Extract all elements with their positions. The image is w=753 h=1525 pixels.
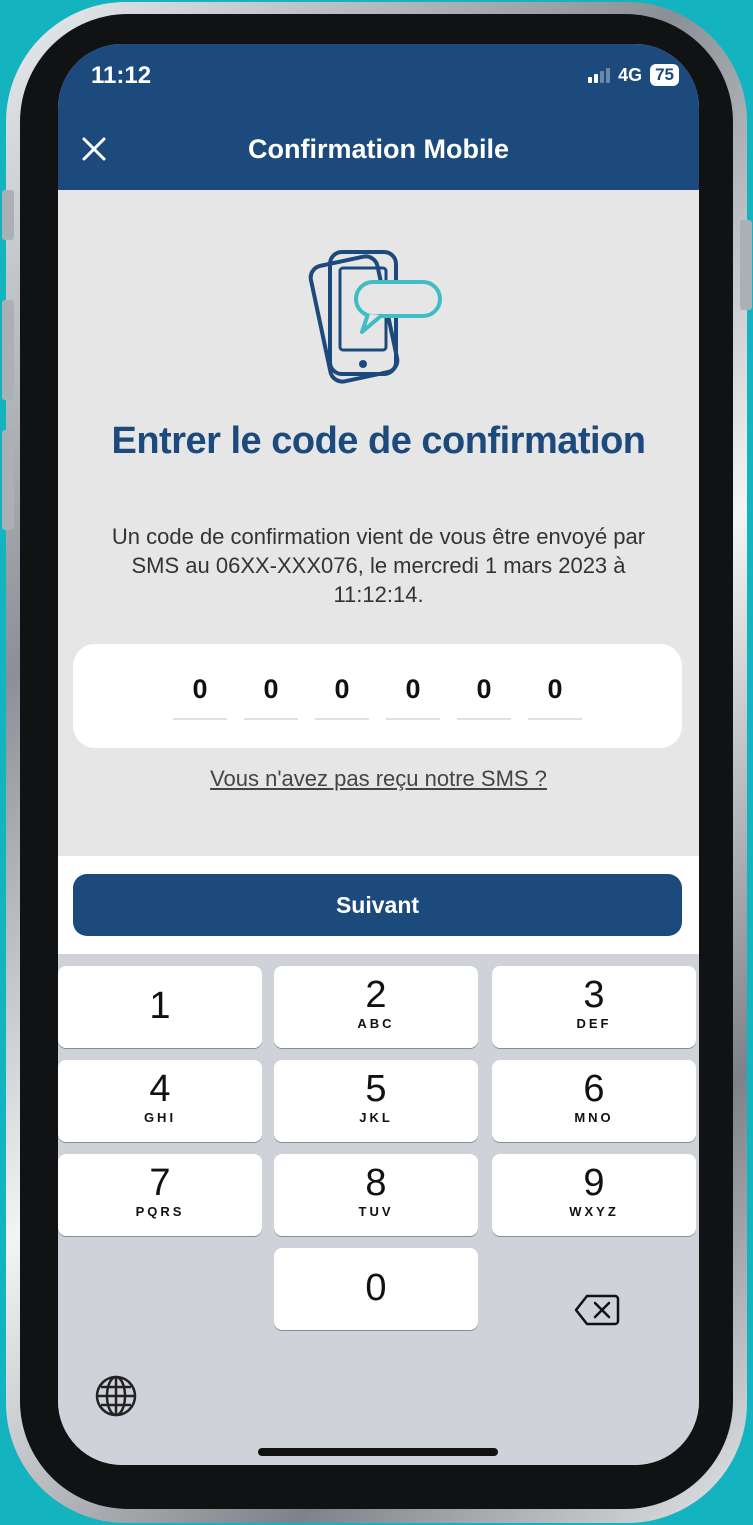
key-number: 8 bbox=[365, 1162, 387, 1204]
next-button[interactable]: Suivant bbox=[73, 874, 682, 936]
key-letters: JKL bbox=[359, 1110, 393, 1125]
signal-icon bbox=[588, 67, 611, 83]
key-6[interactable]: 6 MNO bbox=[492, 1060, 696, 1142]
resend-sms-link[interactable]: Vous n'avez pas reçu notre SMS ? bbox=[58, 766, 699, 792]
globe-icon bbox=[95, 1375, 137, 1417]
key-letters: DEF bbox=[576, 1016, 612, 1031]
delete-key[interactable] bbox=[573, 1292, 621, 1328]
status-indicators: 4G 75 bbox=[588, 64, 679, 86]
key-number: 0 bbox=[365, 1267, 387, 1309]
key-number: 5 bbox=[365, 1068, 387, 1110]
key-number: 7 bbox=[149, 1162, 171, 1204]
key-number: 2 bbox=[365, 974, 387, 1016]
code-digit[interactable]: 0 bbox=[528, 674, 582, 705]
code-digit[interactable]: 0 bbox=[457, 674, 511, 705]
button-bar: Suivant bbox=[58, 856, 699, 954]
code-digit[interactable]: 0 bbox=[386, 674, 440, 705]
code-input[interactable]: 0 0 0 0 0 0 bbox=[73, 644, 682, 748]
side-button bbox=[2, 190, 14, 240]
key-3[interactable]: 3 DEF bbox=[492, 966, 696, 1048]
battery-icon: 75 bbox=[650, 64, 679, 86]
key-letters: TUV bbox=[358, 1204, 394, 1219]
key-letters: WXYZ bbox=[569, 1204, 619, 1219]
digit-underline bbox=[528, 718, 582, 720]
keyboard-area: Suivant 1 2 ABC 3 DEF 4 GHI 5 JKL 6 MNO … bbox=[58, 856, 699, 1465]
side-button bbox=[2, 300, 14, 400]
key-5[interactable]: 5 JKL bbox=[274, 1060, 478, 1142]
key-number: 9 bbox=[583, 1162, 605, 1204]
side-button bbox=[2, 430, 14, 530]
key-number: 3 bbox=[583, 974, 605, 1016]
network-label: 4G bbox=[618, 64, 643, 85]
digit-underline bbox=[173, 718, 227, 720]
phone-screen: 11:12 4G 75 Confirmation Mobile Entrer l… bbox=[58, 44, 699, 1465]
code-digit[interactable]: 0 bbox=[315, 674, 369, 705]
key-letters: GHI bbox=[143, 1110, 177, 1125]
confirmation-title: Entrer le code de confirmation bbox=[111, 420, 647, 462]
digit-underline bbox=[244, 718, 298, 720]
home-indicator bbox=[258, 1448, 498, 1456]
digit-underline bbox=[386, 718, 440, 720]
app-header: 11:12 4G 75 Confirmation Mobile bbox=[58, 44, 699, 190]
key-0[interactable]: 0 bbox=[274, 1248, 478, 1330]
key-8[interactable]: 8 TUV bbox=[274, 1154, 478, 1236]
digit-underline bbox=[315, 718, 369, 720]
key-number: 1 bbox=[149, 985, 171, 1027]
key-1[interactable]: 1 bbox=[58, 966, 262, 1048]
side-button bbox=[740, 220, 752, 310]
key-letters: MNO bbox=[574, 1110, 614, 1125]
page-title: Confirmation Mobile bbox=[248, 134, 509, 164]
digit-underline bbox=[457, 718, 511, 720]
key-4[interactable]: 4 GHI bbox=[58, 1060, 262, 1142]
code-digit[interactable]: 0 bbox=[173, 674, 227, 705]
key-2[interactable]: 2 ABC bbox=[274, 966, 478, 1048]
status-time: 11:12 bbox=[91, 62, 152, 89]
key-number: 4 bbox=[149, 1068, 171, 1110]
key-number: 6 bbox=[583, 1068, 605, 1110]
globe-button[interactable] bbox=[94, 1374, 138, 1418]
confirmation-description: Un code de confirmation vient de vous êt… bbox=[111, 524, 646, 607]
key-9[interactable]: 9 WXYZ bbox=[492, 1154, 696, 1236]
code-digit[interactable]: 0 bbox=[244, 674, 298, 705]
phone-sms-icon bbox=[308, 250, 442, 384]
backspace-icon bbox=[574, 1294, 620, 1326]
key-7[interactable]: 7 PQRS bbox=[58, 1154, 262, 1236]
key-letters: PQRS bbox=[135, 1204, 185, 1219]
key-letters: ABC bbox=[357, 1016, 395, 1031]
